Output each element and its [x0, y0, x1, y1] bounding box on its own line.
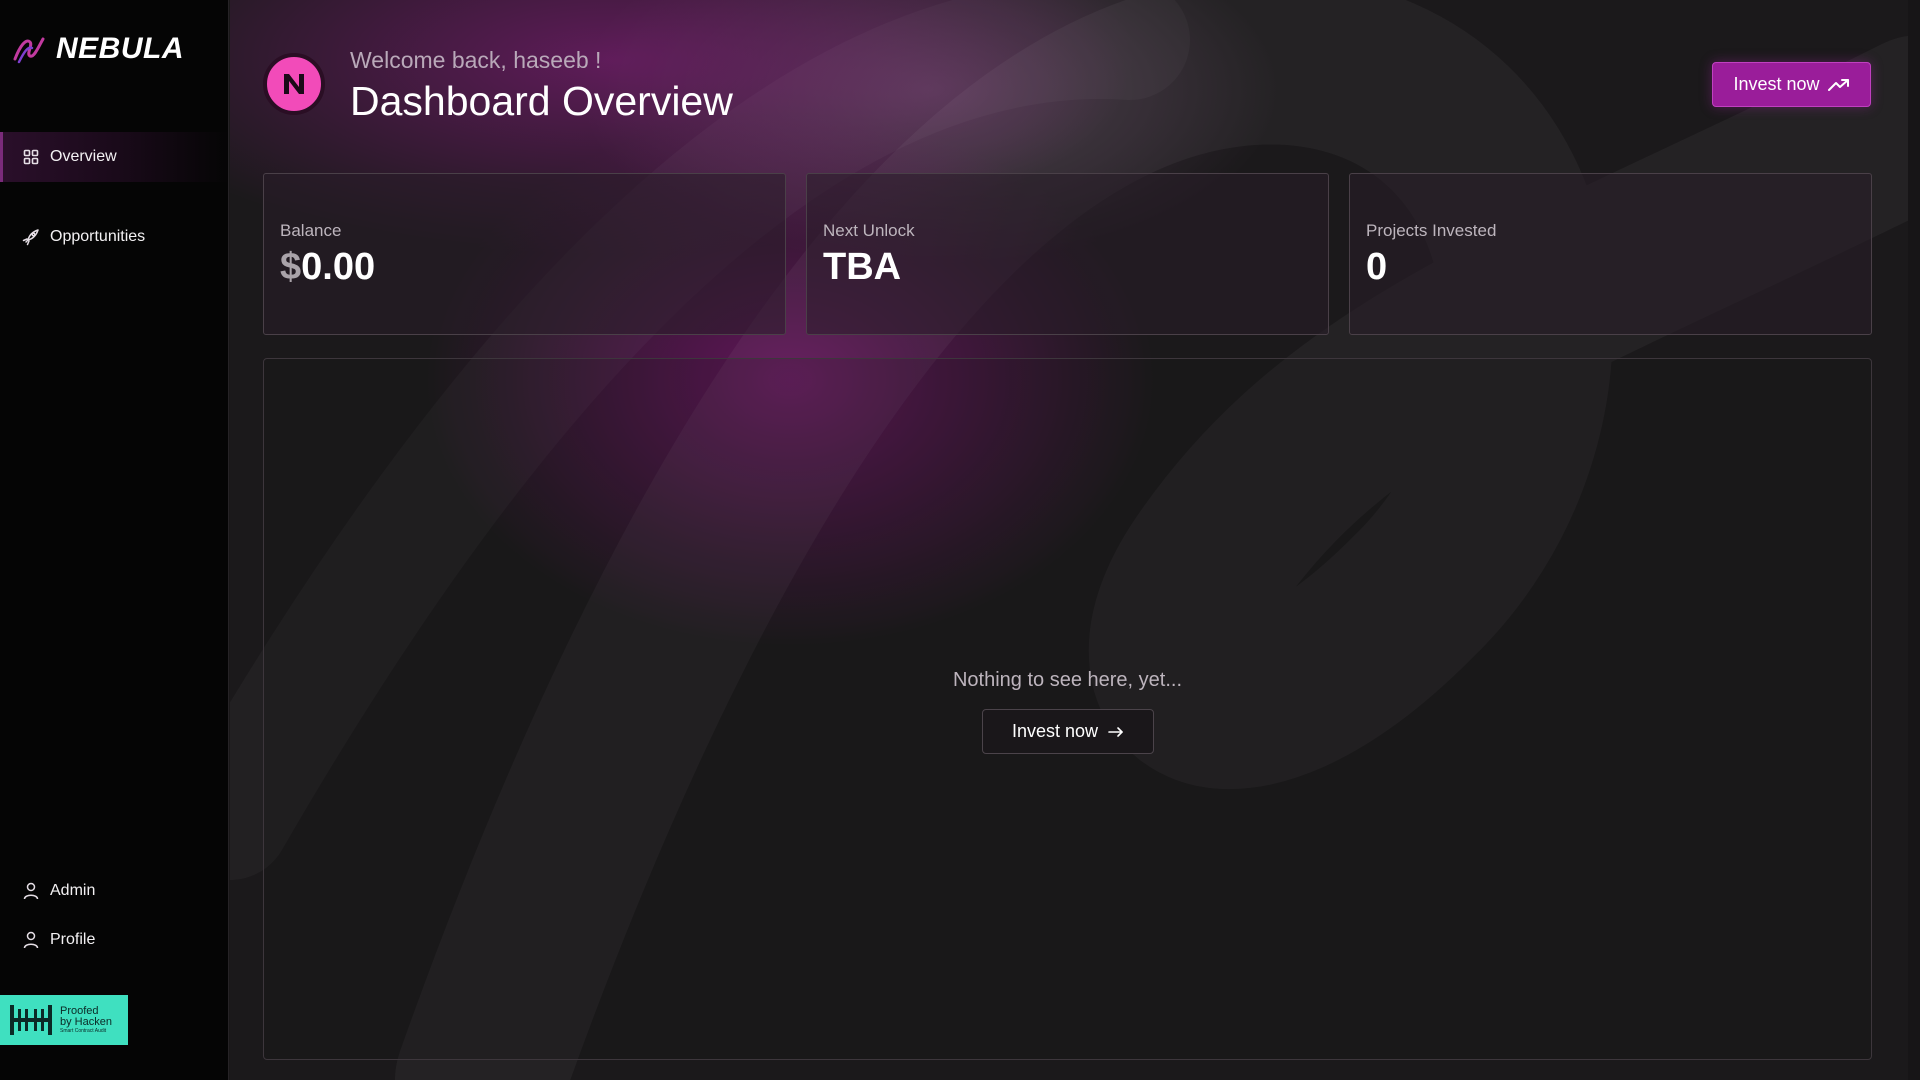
balance-amount: 0.00: [301, 246, 376, 288]
brand-name: NEBULA: [56, 32, 184, 65]
sidebar-item-profile[interactable]: Profile: [0, 915, 229, 965]
empty-state-message: Nothing to see here, yet...: [952, 669, 1183, 691]
invest-now-label: Invest now: [1011, 721, 1099, 741]
sidebar-item-label: Opportunities: [50, 228, 146, 245]
stat-label: Balance: [280, 221, 342, 240]
stat-card-balance: Balance $0.00: [263, 173, 786, 335]
invest-now-label: Invest now: [1733, 74, 1820, 94]
n-logo-icon: [284, 74, 304, 94]
arrow-right-icon: [1108, 726, 1123, 737]
grid-icon: [22, 148, 40, 166]
hacken-audit-badge[interactable]: Proofed by Hacken Smart Contract Audit: [0, 995, 128, 1045]
stat-card-projects-invested: Projects Invested 0: [1349, 173, 1872, 335]
main-content: Welcome back, haseeb ! Dashboard Overvie…: [230, 0, 1920, 1080]
sidebar-item-label: Profile: [50, 931, 96, 948]
user-icon: [22, 931, 40, 949]
trending-up-icon: [1827, 78, 1849, 91]
empty-state-invest-button[interactable]: Invest now: [982, 709, 1154, 754]
nebula-logo-icon: [13, 37, 45, 64]
scrollbar[interactable]: [1908, 0, 1920, 1080]
sidebar: NEBULA Overview Opportunities Admin Prof: [0, 0, 229, 1080]
stat-value: 0: [1366, 246, 1388, 288]
audit-line-2: by Hacken: [60, 1015, 112, 1028]
stat-value: $0.00: [280, 246, 375, 289]
app-root: NEBULA Overview Opportunities Admin Prof: [0, 0, 1920, 1080]
sidebar-item-label: Admin: [50, 882, 96, 899]
sidebar-item-opportunities[interactable]: Opportunities: [0, 212, 229, 262]
user-avatar-logo[interactable]: [263, 53, 325, 115]
stat-value: TBA: [823, 246, 902, 288]
stat-card-next-unlock: Next Unlock TBA: [806, 173, 1329, 335]
invest-now-button[interactable]: Invest now: [1712, 62, 1871, 107]
sidebar-item-label: Overview: [50, 148, 117, 165]
sidebar-item-overview[interactable]: Overview: [0, 132, 229, 182]
user-icon: [22, 882, 40, 900]
stat-label: Projects Invested: [1366, 221, 1497, 240]
page-title: Dashboard Overview: [350, 78, 733, 124]
audit-badge-text: Proofed by Hacken Smart Contract Audit: [60, 1005, 112, 1035]
sidebar-item-admin[interactable]: Admin: [0, 866, 229, 916]
currency-symbol: $: [280, 246, 302, 288]
hacken-logo-icon: [10, 1005, 52, 1035]
welcome-text: Welcome back, haseeb !: [350, 47, 602, 73]
investments-panel: Nothing to see here, yet... Invest now: [263, 358, 1872, 1060]
brand[interactable]: NEBULA: [12, 32, 184, 66]
stat-label: Next Unlock: [823, 221, 915, 240]
rocket-icon: [22, 228, 40, 246]
audit-line-3: Smart Contract Audit: [60, 1027, 107, 1034]
